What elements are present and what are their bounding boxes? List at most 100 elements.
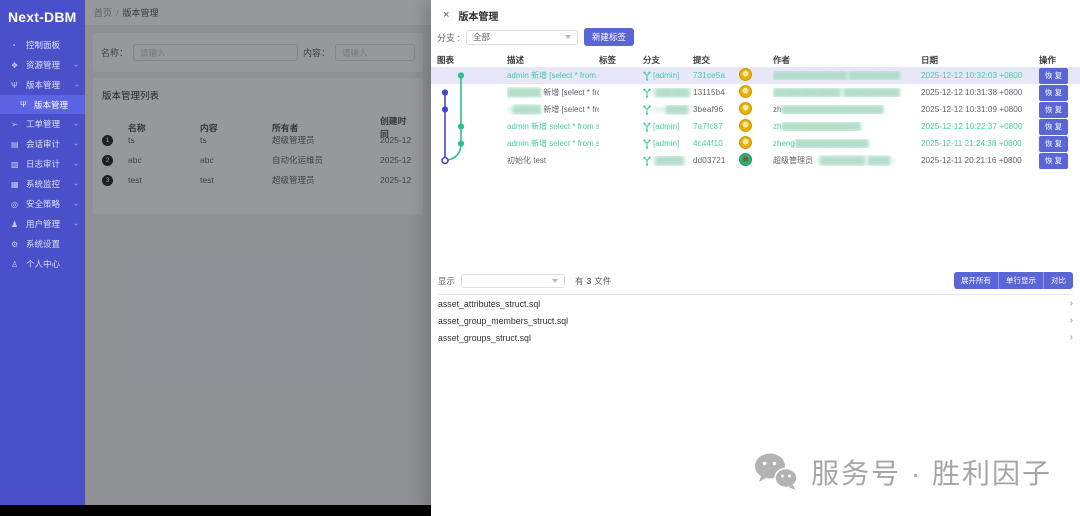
restore-button[interactable]: 恢 复	[1039, 136, 1068, 152]
chevron-down-icon: ›	[72, 64, 81, 67]
chevron-down-icon: ›	[72, 183, 81, 186]
branch-icon	[643, 88, 651, 98]
sidebar-item-label: 用户管理	[26, 218, 60, 230]
avatar	[739, 119, 752, 132]
commit-row[interactable]: admin 新增 select * from sys_... [admin] 4…	[431, 135, 1080, 152]
file-row[interactable]: asset_attributes_struct.sql ›	[438, 295, 1073, 312]
sidebar-item-versions[interactable]: Ψ 版本管理 ›	[0, 75, 85, 95]
commit-author: ████████████ ██████████	[773, 88, 921, 97]
sidebar-item-label: 资源管理	[26, 59, 60, 71]
sidebar-item-label: 个人中心	[26, 258, 60, 270]
branch-select-label: 分支 :	[437, 31, 460, 44]
file-row[interactable]: asset_groups_struct.sql ›	[438, 329, 1073, 346]
file-name: asset_groups_struct.sql	[438, 333, 531, 343]
commit-date: 2025-12-12 10:32:03 +0800	[921, 71, 1039, 80]
commit-date: 2025-12-11 21:24:38 +0800	[921, 139, 1039, 148]
close-icon[interactable]: ×	[443, 10, 449, 21]
unified-view-button[interactable]: 单行显示	[998, 272, 1043, 289]
chevron-down-icon: ›	[72, 143, 81, 146]
sidebar-item-label: 工单管理	[26, 118, 60, 130]
sidebar-item-label: 日志审计	[26, 158, 60, 170]
compare-button[interactable]: 对比	[1043, 272, 1073, 289]
profile-icon: ♙	[11, 260, 22, 269]
restore-button[interactable]: 恢 复	[1039, 119, 1068, 135]
gear-icon: ⚙	[11, 240, 22, 249]
commit-author: zh██████████████	[773, 122, 921, 131]
monitor-icon: ▦	[11, 180, 22, 189]
chevron-right-icon: ›	[1070, 298, 1073, 309]
main-content: 首页 / 版本管理 名称： 内容： 版本管理列表 名称 内容 所有者 创建时间	[85, 0, 431, 505]
commit-branch: [wa████]	[643, 105, 693, 115]
col-date: 日期	[921, 54, 1039, 66]
commit-author: zh██████████████████	[773, 105, 921, 114]
sidebar-item-resources[interactable]: ❖ 资源管理 ›	[0, 55, 85, 75]
sidebar-item-profile[interactable]: ♙ 个人中心	[0, 254, 85, 274]
avatar	[739, 136, 752, 149]
dashboard-icon: ◔	[11, 41, 22, 50]
commit-row[interactable]: w█████ 新增 [select * from sys... [wa████]…	[431, 101, 1080, 118]
chevron-right-icon: ›	[1070, 315, 1073, 326]
sidebar-item-label: 系统设置	[26, 238, 60, 250]
branch-icon	[643, 105, 651, 115]
session-audit-icon: ▤	[11, 140, 22, 149]
commit-author: zheng█████████████	[773, 139, 921, 148]
chevron-down-icon: ›	[72, 163, 81, 166]
changed-files-section: 显示 有3文件 展开所有 单行显示 对比 asset_attributes_st…	[431, 272, 1080, 346]
branch-select[interactable]: 全部	[466, 30, 578, 45]
sidebar-subitem-versions-active[interactable]: Ψ 版本管理	[0, 95, 85, 114]
commit-hash: 7a7fc87	[693, 122, 739, 131]
file-row[interactable]: asset_group_members_struct.sql ›	[438, 312, 1073, 329]
commit-branch: [██████]	[643, 88, 693, 98]
restore-button[interactable]: 恢 复	[1039, 153, 1068, 169]
security-icon: ◎	[11, 200, 22, 209]
commit-row[interactable]: 初始化 test [█████] dd03721 超级管理员 <████████…	[431, 152, 1080, 169]
chevron-down-icon	[552, 279, 558, 283]
show-label: 显示	[438, 275, 455, 287]
restore-button[interactable]: 恢 复	[1039, 102, 1068, 118]
commit-description: w█████ 新增 [select * from sys...	[507, 104, 599, 115]
branch-icon	[643, 156, 651, 166]
new-tag-button[interactable]: 新建标签	[584, 28, 634, 46]
file-count: 有3文件	[575, 275, 611, 287]
chevron-right-icon: ›	[1070, 332, 1073, 343]
commit-branch: [█████]	[643, 156, 693, 166]
avatar	[739, 102, 752, 115]
restore-button[interactable]: 恢 复	[1039, 85, 1068, 101]
commit-table-header: 图表 描述 标签 分支 提交 作者 日期 操作	[431, 52, 1080, 67]
col-action: 操作	[1039, 54, 1076, 66]
sidebar-item-session-audit[interactable]: ▤ 会话审计 ›	[0, 134, 85, 154]
sidebar-item-users[interactable]: ♟ 用户管理 ›	[0, 214, 85, 234]
sidebar-item-settings[interactable]: ⚙ 系统设置	[0, 234, 85, 254]
expand-all-button[interactable]: 展开所有	[954, 272, 998, 289]
sidebar-item-label: 安全策略	[26, 198, 60, 210]
commit-row[interactable]: ██████ 新增 [select * from sys... [██████]…	[431, 84, 1080, 101]
sidebar-item-security[interactable]: ◎ 安全策略 ›	[0, 194, 85, 214]
sidebar-nav: ◔ 控制面板 ❖ 资源管理 › Ψ 版本管理 › Ψ 版本管理 ➢ 工单管理 ›	[0, 35, 85, 274]
sidebar-item-monitor[interactable]: ▦ 系统监控 ›	[0, 174, 85, 194]
file-filter-select[interactable]	[461, 274, 565, 288]
file-name: asset_group_members_struct.sql	[438, 316, 568, 326]
branch-icon	[643, 122, 651, 132]
screen: Next-DBM ◔ 控制面板 ❖ 资源管理 › Ψ 版本管理 › Ψ 版本管理…	[0, 0, 1080, 516]
commit-row[interactable]: admin 新增 select * from sys_... [admin] 7…	[431, 118, 1080, 135]
commit-branch: [admin]	[643, 71, 693, 81]
col-tag: 标签	[599, 54, 643, 66]
commit-hash: 731ce5a	[693, 71, 739, 80]
commit-date: 2025-12-11 20:21:16 +0800	[921, 156, 1039, 165]
restore-button[interactable]: 恢 复	[1039, 68, 1068, 84]
drawer-controls: 分支 : 全部 新建标签	[431, 24, 1080, 48]
commit-hash: 13115b4	[693, 88, 739, 97]
sidebar-item-log-audit[interactable]: ▧ 日志审计 ›	[0, 154, 85, 174]
chevron-down-icon: ›	[72, 203, 81, 206]
version-drawer: × 版本管理 分支 : 全部 新建标签 图表 描述 标签 分支 提交 作者 日期…	[431, 0, 1080, 516]
commit-description: admin 新增 select * from sys_...	[507, 121, 599, 132]
chevron-down-icon: ›	[72, 123, 81, 126]
chevron-down-icon: ›	[72, 223, 81, 226]
commit-description: admin 新增 [select * from sys...	[507, 70, 599, 81]
avatar	[739, 85, 752, 98]
sidebar-item-tickets[interactable]: ➢ 工单管理 ›	[0, 114, 85, 134]
commit-row[interactable]: admin 新增 [select * from sys... [admin] 7…	[431, 67, 1080, 84]
drawer-overlay-mask[interactable]	[85, 0, 431, 505]
sidebar-item-dashboard[interactable]: ◔ 控制面板	[0, 35, 85, 55]
commit-branch: [admin]	[643, 122, 693, 132]
